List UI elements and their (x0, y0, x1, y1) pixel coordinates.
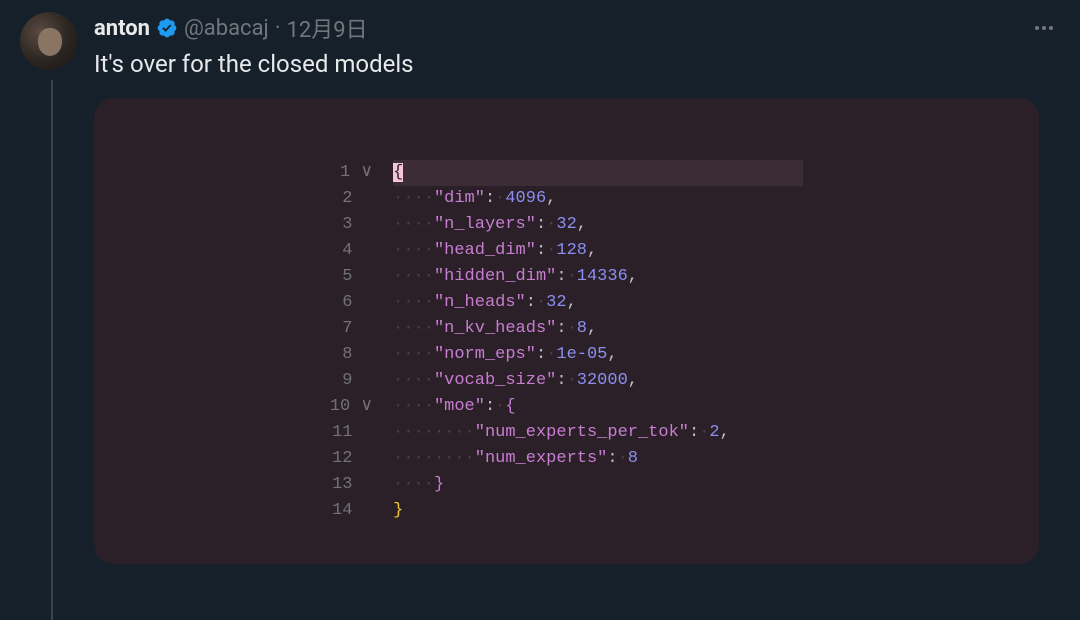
code-line: ····"n_kv_heads":·8, (393, 316, 803, 342)
line-number: 2 (330, 186, 383, 212)
line-number: 8 (330, 342, 383, 368)
separator: · (275, 16, 281, 41)
line-number: 5 (330, 264, 383, 290)
more-icon[interactable] (1028, 12, 1060, 44)
verified-badge-icon (156, 17, 178, 39)
line-number: 9 (330, 368, 383, 394)
code-line: ····"moe":·{ (393, 394, 803, 420)
fold-chevron-icon (353, 475, 384, 494)
line-number: 11 (330, 420, 383, 446)
tweet-body: anton @abacaj · 12月9日 It's over for the … (94, 12, 1060, 564)
selected-brace: { (393, 163, 403, 182)
fold-chevron-icon (353, 371, 384, 390)
code-line: ········"num_experts_per_tok":·2, (393, 420, 803, 446)
line-number: 13 (330, 472, 383, 498)
fold-chevron-icon (353, 267, 384, 286)
code-line: ····"dim":·4096, (393, 186, 803, 212)
tweet-date[interactable]: 12月9日 (287, 12, 368, 44)
fold-chevron-icon (353, 345, 384, 364)
fold-chevron-icon[interactable]: ∨ (350, 397, 383, 416)
code-line: ····"norm_eps":·1e-05, (393, 342, 803, 368)
avatar[interactable] (20, 12, 78, 70)
fold-chevron-icon (353, 241, 384, 260)
line-number: 10 ∨ (330, 394, 383, 420)
code-card: 1 ∨ 2 3 4 5 6 7 8 9 10 ∨ 11 12 13 14 { ··… (94, 98, 1039, 564)
thread-line (51, 80, 53, 620)
code-line: ····"n_layers":·32, (393, 212, 803, 238)
code-line: ········"num_experts":·8 (393, 446, 803, 472)
code-line: ····"n_heads":·32, (393, 290, 803, 316)
code-line: ····"hidden_dim":·14336, (393, 264, 803, 290)
line-number: 12 (330, 446, 383, 472)
fold-chevron-icon (353, 319, 384, 338)
line-number: 6 (330, 290, 383, 316)
line-number: 14 (330, 498, 383, 524)
fold-chevron-icon (353, 189, 384, 208)
fold-chevron-icon (353, 501, 384, 520)
handle[interactable]: @abacaj (184, 16, 269, 41)
display-name[interactable]: anton (94, 16, 150, 41)
code-content: {····"dim":·4096,····"n_layers":·32,····… (393, 160, 803, 524)
code-line: ····} (393, 472, 803, 498)
line-number: 3 (330, 212, 383, 238)
fold-chevron-icon (353, 293, 384, 312)
fold-chevron-icon (353, 215, 384, 234)
code-line: ····"head_dim":·128, (393, 238, 803, 264)
code-line: } (393, 498, 803, 524)
tweet: anton @abacaj · 12月9日 It's over for the … (0, 0, 1080, 576)
tweet-header: anton @abacaj · 12月9日 (94, 12, 1060, 44)
code-line: ····"vocab_size":·32000, (393, 368, 803, 394)
line-number: 7 (330, 316, 383, 342)
code-block: 1 ∨ 2 3 4 5 6 7 8 9 10 ∨ 11 12 13 14 { ··… (114, 160, 1019, 524)
tweet-text: It's over for the closed models (94, 48, 1060, 80)
code-line: { (393, 160, 803, 186)
line-number: 1 ∨ (330, 160, 383, 186)
fold-chevron-icon (353, 449, 384, 468)
fold-chevron-icon[interactable]: ∨ (350, 163, 383, 182)
fold-chevron-icon (353, 423, 384, 442)
code-gutter: 1 ∨ 2 3 4 5 6 7 8 9 10 ∨ 11 12 13 14 (330, 160, 393, 524)
line-number: 4 (330, 238, 383, 264)
